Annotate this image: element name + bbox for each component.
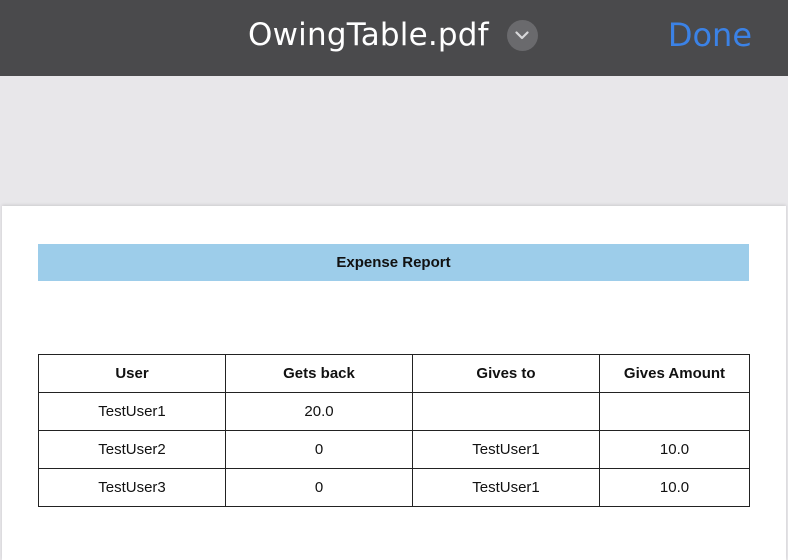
- table-row: TestUser3 0 TestUser1 10.0: [38, 468, 750, 507]
- cell-user: TestUser3: [38, 468, 226, 507]
- document-viewer-background: [0, 76, 788, 206]
- cell-gives-amount: 10.0: [599, 468, 750, 507]
- table-row: TestUser2 0 TestUser1 10.0: [38, 430, 750, 469]
- done-button[interactable]: Done: [668, 16, 752, 54]
- cell-user: TestUser2: [38, 430, 226, 469]
- title-menu-button[interactable]: [506, 19, 538, 51]
- table-row: TestUser1 20.0: [38, 392, 750, 431]
- column-header-gets-back: Gets back: [225, 354, 413, 393]
- report-title-banner: Expense Report: [38, 244, 749, 281]
- column-header-user: User: [38, 354, 226, 393]
- pdf-page: Expense Report User Gets back Gives to G…: [2, 206, 786, 560]
- navigation-bar: OwingTable.pdf Done: [0, 0, 788, 76]
- document-title: OwingTable.pdf: [248, 17, 489, 53]
- cell-user: TestUser1: [38, 392, 226, 431]
- cell-gives-to: TestUser1: [412, 468, 600, 507]
- cell-gets-back: 0: [225, 468, 413, 507]
- cell-gets-back: 20.0: [225, 392, 413, 431]
- cell-gives-to: TestUser1: [412, 430, 600, 469]
- column-header-gives-amount: Gives Amount: [599, 354, 750, 393]
- cell-gives-amount: 10.0: [599, 430, 750, 469]
- column-header-gives-to: Gives to: [412, 354, 600, 393]
- cell-gives-to: [412, 392, 600, 431]
- cell-gets-back: 0: [225, 430, 413, 469]
- table-header-row: User Gets back Gives to Gives Amount: [38, 354, 750, 393]
- owing-table: User Gets back Gives to Gives Amount Tes…: [38, 354, 750, 507]
- cell-gives-amount: [599, 392, 750, 431]
- title-group: OwingTable.pdf: [248, 13, 538, 57]
- chevron-down-icon: [515, 30, 529, 39]
